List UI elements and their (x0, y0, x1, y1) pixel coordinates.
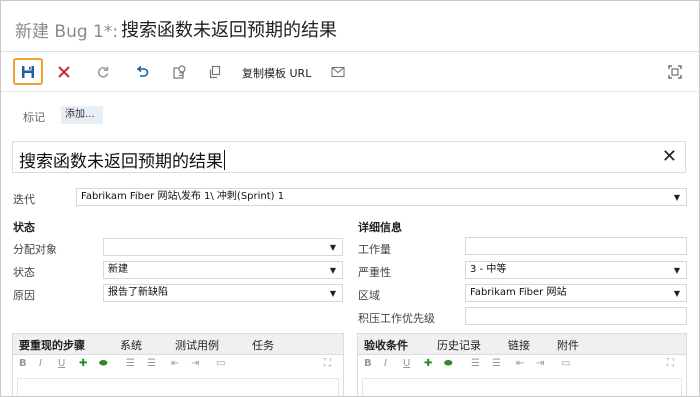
maximize-icon[interactable]: ⛶ (324, 358, 331, 369)
area-select[interactable]: Fabrikam Fiber 网站 ▼ (465, 284, 687, 302)
severity-value: 3 - 中等 (470, 264, 507, 275)
acceptance-panel-tabs: 验收条件 历史记录 链接 附件 (358, 334, 686, 355)
state-label: 状态 (13, 266, 35, 279)
iteration-value: Fabrikam Fiber 网站\发布 1\ 冲刺(Sprint) 1 (81, 191, 285, 202)
tab-tasks[interactable]: 任务 (252, 337, 274, 353)
chevron-down-icon: ▼ (673, 289, 680, 298)
bullet-list-icon[interactable]: ☰ (471, 358, 480, 369)
iteration-select[interactable]: Fabrikam Fiber 网站\发布 1\ 冲刺(Sprint) 1 ▼ (76, 188, 687, 206)
rich-text-toolbar: B I U ✚ ⬬ ☰ ☰ ⇤ ⇥ ▭ ⛶ (13, 355, 343, 375)
settings-icon (173, 65, 186, 79)
close-icon (58, 66, 70, 78)
image-icon[interactable]: ▭ (216, 358, 225, 369)
tab-links[interactable]: 链接 (508, 337, 530, 353)
effort-input[interactable] (465, 237, 687, 255)
numbered-list-icon[interactable]: ☰ (147, 358, 156, 369)
work-item-id: 新建 Bug 1*: (15, 22, 119, 42)
undo-button[interactable] (128, 59, 156, 85)
tab-repro-steps[interactable]: 要重现的步骤 (19, 337, 85, 353)
clear-icon[interactable]: ✕ (662, 146, 677, 167)
severity-label: 严重性 (358, 266, 391, 279)
underline-icon[interactable]: U (58, 358, 65, 369)
bullet-list-icon[interactable]: ☰ (126, 358, 135, 369)
work-item-form: 新建 Bug 1*: 搜索函数未返回预期的结果 复制模板 URL 标记 添加..… (0, 0, 700, 397)
backlog-priority-label: 积压工作优先级 (358, 312, 435, 325)
increase-indent-icon[interactable]: ⇥ (536, 358, 544, 369)
acceptance-panel: 验收条件 历史记录 链接 附件 B I U ✚ ⬬ ☰ ☰ ⇤ ⇥ ▭ ⛶ (357, 333, 687, 396)
chevron-down-icon: ▼ (329, 266, 336, 275)
image-icon[interactable]: ▭ (561, 358, 570, 369)
text-caret (224, 150, 225, 170)
chevron-down-icon: ▼ (329, 289, 336, 298)
settings-button[interactable] (165, 59, 193, 85)
numbered-list-icon[interactable]: ☰ (492, 358, 501, 369)
tab-test-cases[interactable]: 测试用例 (175, 337, 219, 353)
bold-icon[interactable]: B (364, 358, 372, 369)
assigned-to-label: 分配对象 (13, 243, 57, 256)
italic-icon[interactable]: I (39, 358, 42, 369)
copy-icon (209, 65, 221, 79)
save-button[interactable] (13, 58, 43, 85)
add-tag-button[interactable]: 添加... (61, 106, 103, 124)
increase-indent-icon[interactable]: ⇥ (191, 358, 199, 369)
font-color-icon[interactable]: ⬬ (99, 358, 108, 369)
status-heading: 状态 (13, 221, 35, 234)
toolbar: 复制模板 URL (1, 53, 699, 91)
chevron-down-icon: ▼ (673, 266, 680, 275)
tags-label: 标记 (23, 111, 45, 124)
area-value: Fabrikam Fiber 网站 (470, 287, 567, 298)
copy-button[interactable] (201, 59, 229, 85)
italic-icon[interactable]: I (384, 358, 387, 369)
steps-panel-tabs: 要重现的步骤 系统 测试用例 任务 (13, 334, 343, 355)
email-icon (331, 66, 345, 78)
divider (1, 91, 699, 92)
backlog-priority-input[interactable] (465, 307, 687, 325)
underline-icon[interactable]: U (403, 358, 410, 369)
repro-steps-editor[interactable] (17, 378, 339, 396)
maximize-icon[interactable]: ⛶ (667, 358, 674, 369)
steps-panel: 要重现的步骤 系统 测试用例 任务 B I U ✚ ⬬ ☰ ☰ ⇤ ⇥ ▭ ⛶ (12, 333, 344, 396)
tab-history[interactable]: 历史记录 (437, 337, 481, 353)
save-icon (22, 65, 34, 78)
effort-label: 工作量 (358, 243, 391, 256)
divider (1, 51, 699, 52)
refresh-icon (97, 66, 109, 78)
bold-icon[interactable]: B (19, 358, 27, 369)
tab-system[interactable]: 系统 (120, 337, 142, 353)
acceptance-criteria-editor[interactable] (362, 378, 682, 396)
title-input-value: 搜索函数未返回预期的结果 (19, 152, 223, 172)
state-select[interactable]: 新建 ▼ (103, 261, 343, 279)
work-item-title-heading: 搜索函数未返回预期的结果 (121, 20, 337, 41)
iteration-label: 迭代 (13, 193, 35, 206)
title-bar: 新建 Bug 1*: 搜索函数未返回预期的结果 (1, 1, 699, 51)
title-input[interactable]: 搜索函数未返回预期的结果 ✕ (12, 141, 686, 173)
chevron-down-icon: ▼ (329, 243, 336, 252)
decrease-indent-icon[interactable]: ⇤ (516, 358, 524, 369)
decrease-indent-icon[interactable]: ⇤ (171, 358, 179, 369)
assigned-to-select[interactable]: ▼ (103, 238, 343, 256)
tab-acceptance-criteria[interactable]: 验收条件 (364, 337, 408, 353)
fullscreen-button[interactable] (661, 59, 689, 85)
highlight-icon[interactable]: ✚ (424, 358, 432, 369)
email-button[interactable] (324, 59, 352, 85)
severity-select[interactable]: 3 - 中等 ▼ (465, 261, 687, 279)
details-heading: 详细信息 (358, 221, 402, 234)
copy-template-url-button[interactable]: 复制模板 URL (242, 65, 311, 81)
chevron-down-icon: ▼ (673, 193, 680, 202)
font-color-icon[interactable]: ⬬ (444, 358, 453, 369)
rich-text-toolbar: B I U ✚ ⬬ ☰ ☰ ⇤ ⇥ ▭ ⛶ (358, 355, 686, 375)
reason-select[interactable]: 报告了新缺陷 ▼ (103, 284, 343, 302)
area-label: 区域 (358, 289, 380, 302)
highlight-icon[interactable]: ✚ (79, 358, 87, 369)
undo-icon (136, 65, 149, 77)
reason-label: 原因 (13, 289, 35, 302)
refresh-button[interactable] (89, 59, 117, 85)
reason-value: 报告了新缺陷 (108, 287, 168, 298)
tab-attachments[interactable]: 附件 (557, 337, 579, 353)
state-value: 新建 (108, 264, 128, 275)
discard-button[interactable] (50, 59, 78, 85)
fullscreen-icon (668, 65, 682, 79)
